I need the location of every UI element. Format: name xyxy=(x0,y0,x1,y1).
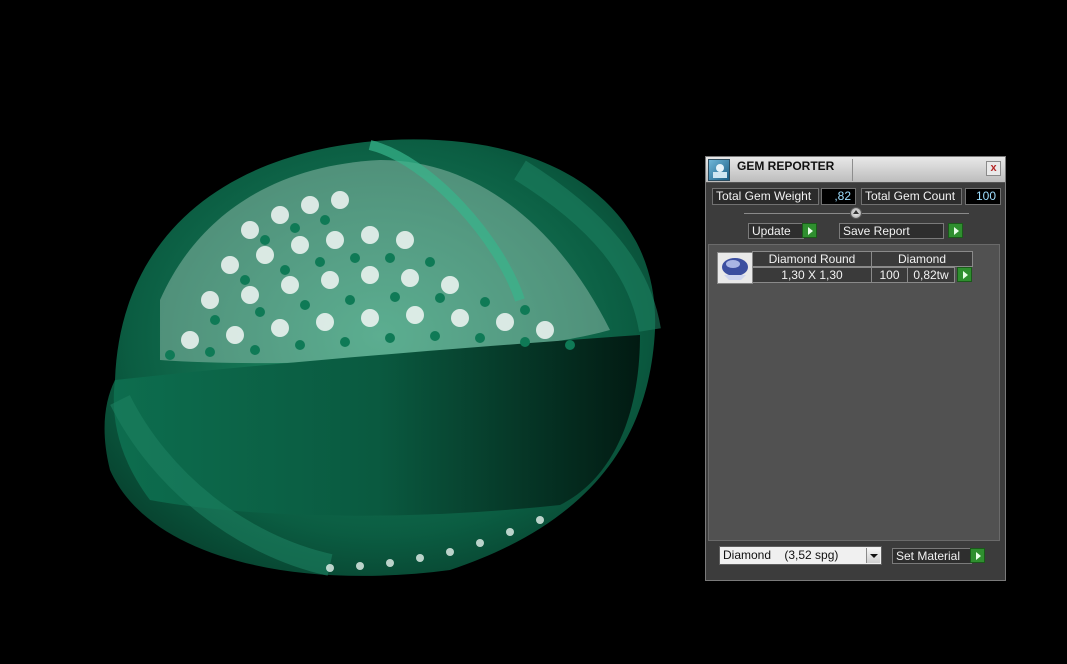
update-arrow-icon[interactable] xyxy=(802,223,817,238)
save-report-arrow-icon[interactable] xyxy=(948,223,963,238)
chevron-down-icon[interactable] xyxy=(866,548,880,563)
window-title: GEM REPORTER xyxy=(737,159,835,173)
gem-row-count: 100 xyxy=(871,267,908,283)
total-gem-count-label: Total Gem Count xyxy=(861,188,962,205)
material-selected-value: Diamond (3,52 spg) xyxy=(723,548,839,562)
gem-row-size: 1,30 X 1,30 xyxy=(752,267,872,283)
title-bar[interactable]: GEM REPORTER x xyxy=(706,157,1005,183)
gem-reporter-icon xyxy=(708,159,730,181)
title-divider xyxy=(852,159,853,181)
total-gem-count-value: 100 xyxy=(965,188,1001,205)
total-gem-weight-label: Total Gem Weight xyxy=(712,188,819,205)
gem-row-material: Diamond xyxy=(871,251,973,267)
gem-row-name: Diamond Round xyxy=(752,251,872,267)
set-material-arrow-icon[interactable] xyxy=(970,548,985,563)
close-icon[interactable]: x xyxy=(986,161,1001,176)
gem-thumbnail-icon[interactable] xyxy=(717,252,753,284)
gem-row-arrow-icon[interactable] xyxy=(957,267,972,282)
gem-row-weight: 0,82tw xyxy=(907,267,955,283)
gem-list[interactable]: Diamond Round Diamond 1,30 X 1,30 100 0,… xyxy=(708,244,1000,541)
material-dropdown[interactable]: Diamond (3,52 spg) xyxy=(719,546,882,565)
total-gem-weight-value: ,82 xyxy=(821,188,856,205)
update-button[interactable]: Update xyxy=(748,223,804,239)
save-report-button[interactable]: Save Report xyxy=(839,223,944,239)
slider-handle[interactable] xyxy=(850,207,862,219)
gem-reporter-panel: GEM REPORTER x Total Gem Weight ,82 Tota… xyxy=(705,156,1006,581)
set-material-button[interactable]: Set Material xyxy=(892,548,972,564)
